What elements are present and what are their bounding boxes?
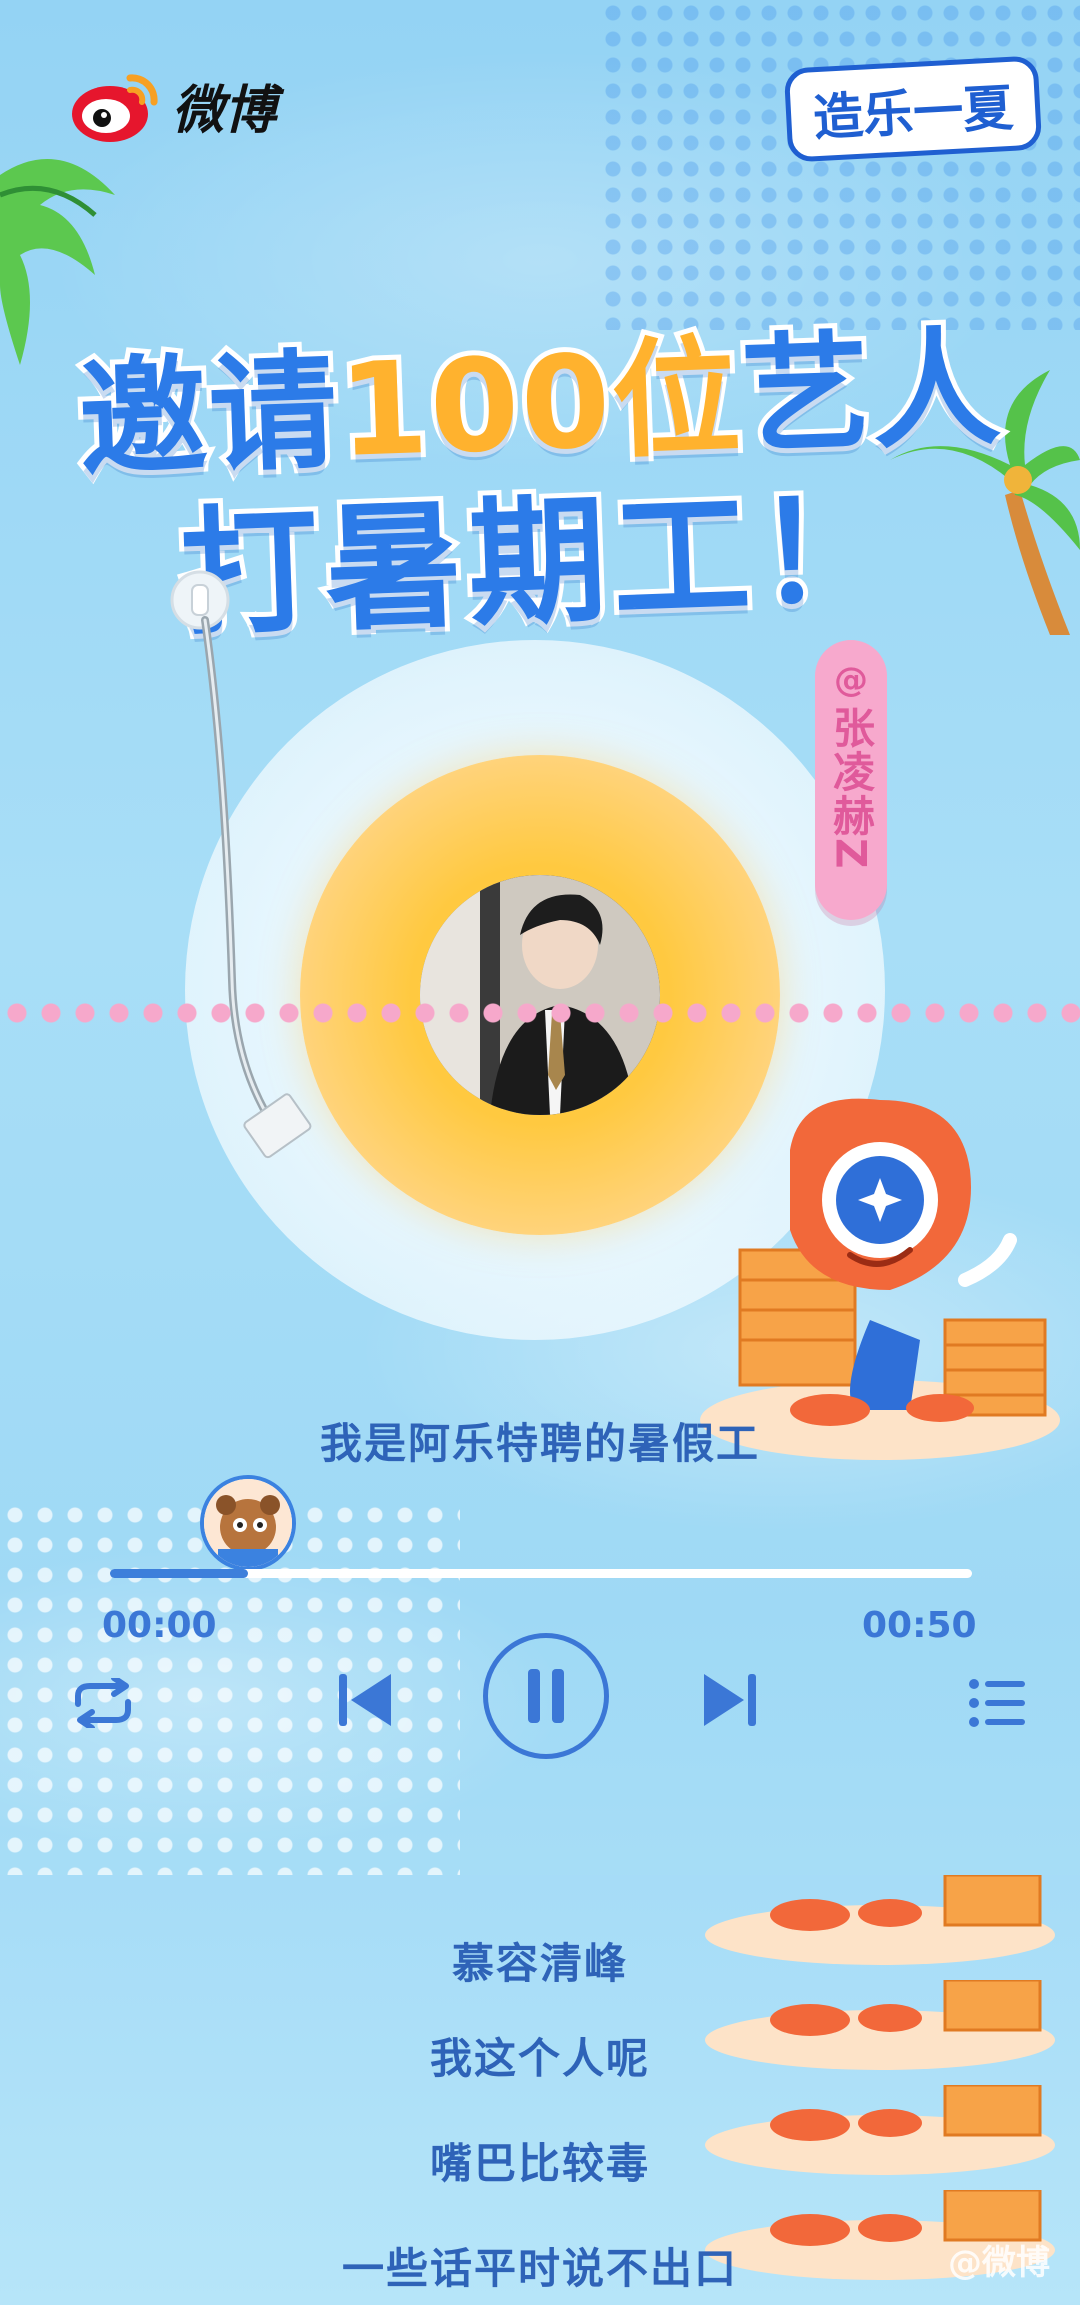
lyric-line: 我这个人呢 — [429, 2034, 650, 2083]
current-lyric: 我是阿乐特聘的暑假工 — [319, 1419, 760, 1468]
decor-dots-top-right — [600, 0, 1080, 330]
progress-bar[interactable] — [110, 1569, 972, 1578]
repeat-icon — [75, 1678, 131, 1728]
mascot-character — [700, 1098, 1060, 1460]
at-icon: @ — [834, 660, 868, 700]
time-elapsed: 00:00 — [102, 1605, 217, 1646]
previous-button[interactable] — [335, 1665, 395, 1735]
lyric-line: 一些话平时说不出口 — [341, 2244, 738, 2293]
playlist-button[interactable] — [962, 1668, 1032, 1738]
previous-icon — [339, 1674, 391, 1726]
progress-fill — [110, 1569, 248, 1578]
pause-icon — [528, 1669, 564, 1723]
progress-thumb-avatar[interactable] — [200, 1475, 296, 1571]
repeat-button[interactable] — [68, 1668, 138, 1738]
artist-name: 张凌赫Z — [826, 706, 876, 871]
next-icon — [704, 1674, 756, 1726]
lyric-line: 慕容清峰 — [451, 1939, 628, 1988]
watermark: @微博 — [948, 2243, 1050, 2283]
pause-button[interactable] — [483, 1633, 609, 1759]
lyrics-list: 慕容清峰 我这个人呢 嘴巴比较毒 一些话平时说不出口 — [0, 1875, 1080, 2305]
weibo-eye-icon — [72, 74, 158, 142]
next-button[interactable] — [700, 1665, 760, 1735]
playlist-icon — [969, 1679, 1025, 1727]
time-total: 00:50 — [862, 1605, 977, 1646]
app-name: 微博 — [172, 79, 277, 141]
pink-dotted-line — [0, 1003, 1080, 1023]
artist-photo[interactable] — [420, 875, 660, 1115]
campaign-logo: 造乐一夏 — [783, 55, 1043, 163]
artist-tag[interactable]: @ 张凌赫Z — [815, 640, 887, 920]
lyric-line: 嘴巴比较毒 — [429, 2139, 650, 2188]
tonearm — [170, 570, 312, 1159]
